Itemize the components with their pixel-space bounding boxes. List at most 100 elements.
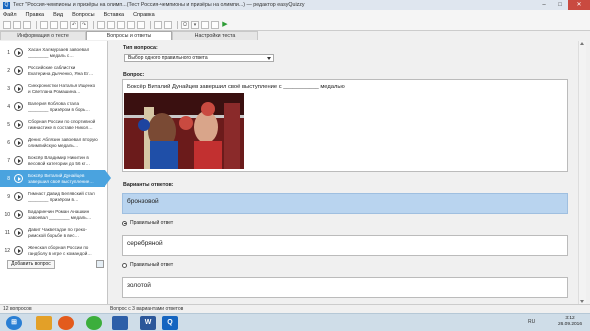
question-number: 7 bbox=[7, 157, 10, 164]
list-item[interactable]: 7 Боксёр Владимир Никитин в весовой кате… bbox=[0, 152, 105, 169]
toolbar: ↶ ↷ Ω ▾ ▶ bbox=[0, 20, 590, 31]
paste-icon[interactable] bbox=[60, 21, 68, 29]
maximize-button[interactable]: □ bbox=[552, 0, 568, 10]
list-item[interactable]: 5 Сборная России по спортивной гимнастик… bbox=[0, 116, 105, 133]
link-icon[interactable] bbox=[201, 21, 209, 29]
undo-icon[interactable]: ↶ bbox=[70, 21, 78, 29]
status-bar: 12 вопросов Вопрос с 3 вариантами ответо… bbox=[0, 304, 590, 313]
list-item[interactable]: 11 Давит Чакветадзе по греко-римской бор… bbox=[0, 224, 105, 241]
question-type-label: Тип вопроса: bbox=[123, 45, 158, 51]
play-circle-icon bbox=[14, 246, 23, 255]
scroll-up-icon[interactable] bbox=[580, 42, 584, 45]
question-editor: Тип вопроса: Выбор одного правильного от… bbox=[118, 41, 578, 304]
question-type-select[interactable]: Выбор одного правильного ответа bbox=[124, 54, 274, 62]
radio-icon bbox=[122, 262, 127, 268]
question-number: 12 bbox=[4, 247, 10, 254]
formula-icon[interactable] bbox=[211, 21, 219, 29]
menu-file[interactable]: Файл bbox=[3, 12, 17, 18]
tab-test-settings[interactable]: Настройки теста bbox=[172, 31, 258, 40]
add-question-button[interactable]: Добавить вопрос bbox=[7, 260, 55, 269]
cut-icon[interactable] bbox=[40, 21, 48, 29]
tab-test-info[interactable]: Информация о тесте bbox=[0, 31, 86, 40]
correct-answer-radio[interactable]: Правильный ответ bbox=[122, 220, 173, 226]
list-item[interactable]: 9 Гимнаст Давид Белявский стал ________ … bbox=[0, 188, 105, 205]
clock[interactable]: 3:12 26.09.2016 bbox=[558, 316, 582, 328]
close-button[interactable]: ✕ bbox=[568, 0, 590, 10]
open-folder-icon[interactable] bbox=[13, 21, 21, 29]
start-button[interactable]: ⊞ bbox=[6, 316, 22, 330]
question-number: 1 bbox=[7, 49, 10, 56]
answer-option[interactable]: золотой bbox=[122, 277, 568, 298]
menu-bar: Файл Правка Вид Вопросы Вставка Справка bbox=[0, 10, 590, 20]
copy-icon[interactable] bbox=[50, 21, 58, 29]
question-preview: Женская сборная России по гандболу в игр… bbox=[28, 245, 92, 256]
question-text: Боксёр Виталий Дунайцев завершил своё вы… bbox=[127, 84, 345, 90]
minimize-button[interactable]: – bbox=[536, 0, 552, 10]
superscript-icon[interactable] bbox=[127, 21, 135, 29]
question-preview: Валерия Коблова стала ________ призёром … bbox=[28, 101, 90, 112]
menu-insert[interactable]: Вставка bbox=[104, 12, 124, 18]
menu-view[interactable]: Вид bbox=[53, 12, 63, 18]
question-number: 10 bbox=[4, 211, 10, 218]
toolbar-divider bbox=[36, 21, 37, 29]
browser-icon[interactable] bbox=[58, 316, 74, 330]
question-number: 5 bbox=[7, 121, 10, 128]
list-item[interactable]: 1 Хасан Халмурзаев завоевал ________ мед… bbox=[0, 44, 105, 61]
play-circle-icon bbox=[14, 48, 23, 57]
image-icon[interactable] bbox=[154, 21, 162, 29]
app-icon: Q bbox=[3, 1, 10, 9]
menu-questions[interactable]: Вопросы bbox=[72, 12, 95, 18]
question-text-editor[interactable]: Боксёр Виталий Дунайцев завершил своё вы… bbox=[122, 79, 568, 172]
italic-icon[interactable] bbox=[107, 21, 115, 29]
play-circle-icon bbox=[14, 192, 23, 201]
menu-help[interactable]: Справка bbox=[133, 12, 155, 18]
question-number: 3 bbox=[7, 85, 10, 92]
window-title: Тест "Россия-чемпионы и призёры на олимп… bbox=[13, 2, 305, 8]
list-item[interactable]: 2 Российские саблистки Екатерина Дьяченк… bbox=[0, 62, 105, 79]
new-file-icon[interactable] bbox=[3, 21, 11, 29]
subscript-icon[interactable] bbox=[137, 21, 145, 29]
question-label: Вопрос: bbox=[123, 72, 145, 78]
list-item[interactable]: 4 Валерия Коблова стала ________ призёро… bbox=[0, 98, 105, 115]
network-app-icon[interactable] bbox=[86, 316, 102, 330]
question-preview: Синхронистки Наталья Ищенко и Светлана Р… bbox=[28, 83, 96, 94]
language-indicator[interactable]: RU bbox=[528, 319, 535, 325]
question-preview: Денис Аблязин завоевал вторую олимпийску… bbox=[28, 137, 98, 148]
answer-option[interactable]: серебряной bbox=[122, 235, 568, 256]
list-item[interactable]: 3 Синхронистки Наталья Ищенко и Светлана… bbox=[0, 80, 105, 97]
word-icon[interactable]: W bbox=[140, 316, 156, 330]
list-item[interactable]: 6 Денис Аблязин завоевал вторую олимпийс… bbox=[0, 134, 105, 151]
tab-questions-answers[interactable]: Вопросы и ответы bbox=[86, 31, 172, 40]
bold-icon[interactable] bbox=[97, 21, 105, 29]
list-item[interactable]: 10 Бадаринчин Роман Анашкин завоевал ___… bbox=[0, 206, 105, 223]
question-preview: Боксёр Виталий Дунайцев завершил своё вы… bbox=[28, 173, 94, 184]
play-icon[interactable]: ▶ bbox=[221, 21, 229, 29]
vertical-scrollbar[interactable] bbox=[578, 41, 586, 304]
correct-answer-label: Правильный ответ bbox=[130, 220, 174, 226]
play-circle-icon bbox=[14, 102, 23, 111]
list-item[interactable]: 12 Женская сборная России по гандболу в … bbox=[0, 242, 105, 259]
underline-icon[interactable] bbox=[117, 21, 125, 29]
app-icon[interactable] bbox=[112, 316, 128, 330]
window-controls: – □ ✕ bbox=[536, 0, 590, 10]
image-icon[interactable] bbox=[96, 260, 104, 268]
list-item-selected[interactable]: 8 Боксёр Виталий Дунайцев завершил своё … bbox=[0, 170, 111, 187]
answer-option[interactable]: бронзовой bbox=[122, 193, 568, 214]
scroll-down-icon[interactable] bbox=[580, 300, 584, 303]
menu-edit[interactable]: Правка bbox=[26, 12, 45, 18]
question-preview: Давит Чакветадзе по греко-римской борьбе… bbox=[28, 227, 87, 238]
symbol-icon[interactable]: Ω bbox=[181, 21, 189, 29]
play-circle-icon bbox=[14, 120, 23, 129]
redo-icon[interactable]: ↷ bbox=[80, 21, 88, 29]
question-number: 6 bbox=[7, 139, 10, 146]
table-icon[interactable] bbox=[164, 21, 172, 29]
question-preview: Бадаринчин Роман Анашкин завоевал ______… bbox=[28, 209, 92, 220]
chevron-down-icon[interactable]: ▾ bbox=[191, 21, 199, 29]
save-icon[interactable] bbox=[23, 21, 31, 29]
easyquizzy-icon[interactable]: Q bbox=[162, 316, 178, 330]
question-number: 9 bbox=[7, 193, 10, 200]
correct-answer-radio[interactable]: Правильный ответ bbox=[122, 262, 173, 268]
explorer-icon[interactable] bbox=[36, 316, 52, 330]
play-circle-icon bbox=[14, 210, 23, 219]
question-preview: Боксёр Владимир Никитин в весовой катего… bbox=[28, 155, 91, 166]
